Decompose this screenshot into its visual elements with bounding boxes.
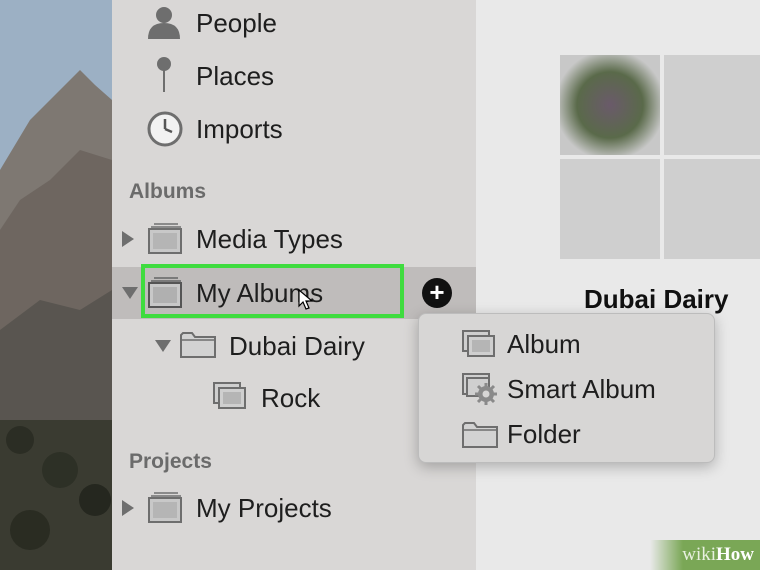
- sidebar-item-label: Rock: [261, 382, 321, 413]
- smart-album-icon: [462, 373, 497, 405]
- album-stack-icon: [148, 223, 182, 254]
- menu-item-folder[interactable]: Folder: [419, 412, 716, 456]
- sidebar-item-label: Media Types: [196, 223, 343, 254]
- folder-icon: [462, 422, 498, 448]
- clock-icon: [147, 111, 183, 147]
- add-context-menu: Album Smart Album Folder: [418, 313, 715, 463]
- folder-icon: [180, 332, 216, 358]
- album-thumbnail[interactable]: [664, 55, 760, 155]
- blurred-photo: [560, 55, 660, 155]
- sidebar-item-label: Dubai Dairy: [229, 330, 365, 361]
- wikihow-watermark: wikiHow: [682, 544, 754, 566]
- menu-item-label: Smart Album: [507, 373, 656, 404]
- watermark-wiki: wiki: [682, 544, 716, 565]
- album-icon: [213, 382, 246, 409]
- album-thumbnail[interactable]: [560, 55, 660, 155]
- album-icon: [462, 330, 495, 357]
- projects-section-header: Projects: [129, 450, 212, 473]
- sidebar-item-label: People: [196, 7, 277, 38]
- person-icon: [148, 7, 180, 39]
- disclosure-triangle-collapsed-icon[interactable]: [122, 500, 134, 516]
- add-button[interactable]: +: [422, 278, 452, 308]
- sidebar-item-label: My Projects: [196, 492, 332, 523]
- sidebar-item-imports[interactable]: Imports: [112, 103, 476, 155]
- mountain-wallpaper: [0, 0, 112, 570]
- desktop-background: [0, 0, 112, 570]
- sidebar-item-my-projects[interactable]: My Projects: [112, 482, 476, 534]
- disclosure-triangle-expanded-icon[interactable]: [122, 287, 138, 299]
- highlight-box: [141, 264, 404, 318]
- album-thumbnail[interactable]: [664, 159, 760, 259]
- sidebar-item-label: Places: [196, 60, 275, 91]
- disclosure-triangle-expanded-icon[interactable]: [155, 340, 171, 352]
- sidebar-item-label: Imports: [196, 113, 283, 144]
- watermark-how: How: [716, 544, 754, 565]
- menu-item-smart-album[interactable]: Smart Album: [419, 367, 716, 411]
- albums-section-header: Albums: [129, 180, 207, 203]
- menu-item-album[interactable]: Album: [419, 322, 716, 366]
- pin-icon: [157, 57, 171, 92]
- project-stack-icon: [148, 492, 182, 523]
- sidebar-item-media-types[interactable]: Media Types: [112, 213, 476, 265]
- sidebar-item-places[interactable]: Places: [112, 50, 476, 102]
- sidebar-item-people[interactable]: People: [112, 0, 476, 49]
- album-title[interactable]: Dubai Dairy: [584, 284, 729, 315]
- album-thumbnail[interactable]: [560, 159, 660, 259]
- disclosure-triangle-collapsed-icon[interactable]: [122, 231, 134, 247]
- menu-item-label: Album: [507, 328, 581, 359]
- menu-item-label: Folder: [507, 418, 581, 449]
